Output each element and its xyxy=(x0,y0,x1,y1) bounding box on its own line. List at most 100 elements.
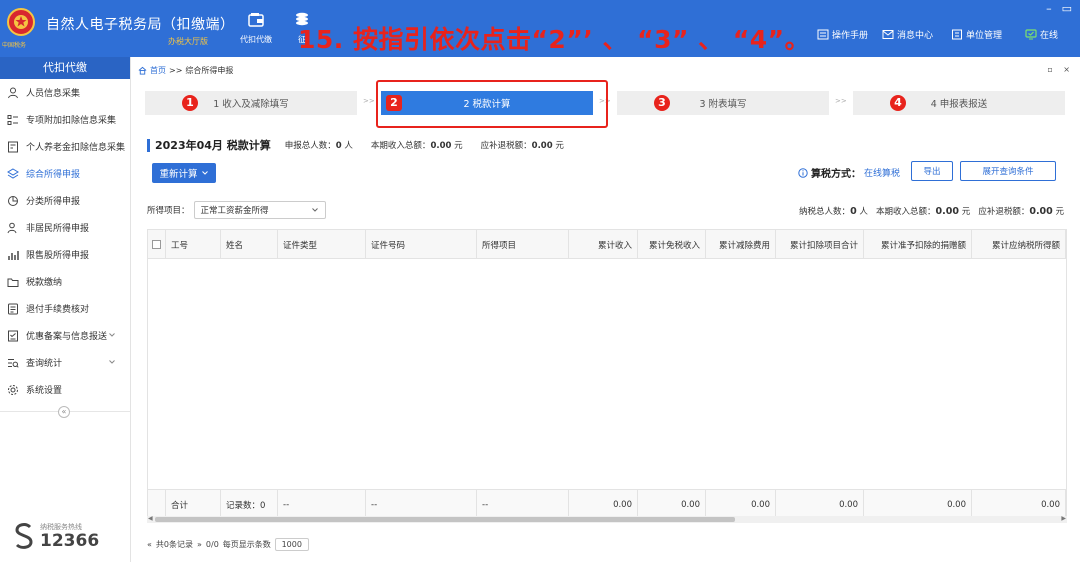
sidebar-item-classified-income[interactable]: 分类所得申报 xyxy=(0,187,130,214)
maximize-button[interactable]: ▭ xyxy=(1062,2,1072,15)
sidebar-item-special-deduction[interactable]: 专项附加扣除信息采集 xyxy=(0,106,130,133)
step-arrow: >> xyxy=(835,97,847,105)
expand-query-button[interactable]: 展开查询条件 xyxy=(960,161,1056,181)
refund-stat: 应补退税额：0.00 元 xyxy=(481,139,564,151)
footer-cell: 0.00 xyxy=(706,490,776,519)
step-label: 3 附表填写 xyxy=(699,99,747,110)
select-all-cell xyxy=(148,230,166,259)
prev-page-icon[interactable]: « xyxy=(147,540,152,549)
sidebar-item-refund-fee-check[interactable]: 退付手续费核对 xyxy=(0,295,130,322)
sidebar-item-label: 查询统计 xyxy=(26,359,63,369)
column-header[interactable]: 证件号码 xyxy=(366,230,477,259)
export-button[interactable]: 导出 xyxy=(911,161,953,181)
per-page-label: 每页显示条数 xyxy=(222,540,271,549)
table-header: 工号 姓名 证件类型 证件号码 所得项目 累计收入 累计免税收入 累计减除费用 … xyxy=(148,230,1066,259)
calc-mode: 算税方式： 在线算税 xyxy=(798,165,900,180)
scroll-right-arrow-icon[interactable]: ▶ xyxy=(1061,515,1066,522)
breadcrumb-home-link[interactable]: 首页 xyxy=(150,65,166,76)
stat-unit: 元 xyxy=(1055,207,1064,217)
step-arrow: >> xyxy=(363,97,375,105)
wallet-icon xyxy=(247,12,265,28)
tool-unit-management[interactable]: 单位管理 xyxy=(951,28,1002,41)
sidebar-item-pension-deduction[interactable]: 个人养老金扣除信息采集 xyxy=(0,133,130,160)
column-header[interactable]: 累计准予扣除的捐赠额 xyxy=(864,230,972,259)
sidebar-item-label: 税款缴纳 xyxy=(26,278,63,288)
building-icon xyxy=(952,29,962,40)
list-icon xyxy=(7,114,18,125)
income-item-filter: 所得项目： 正常工资薪金所得 xyxy=(147,201,326,219)
sidebar-item-preferential-filing[interactable]: 优惠备案与信息报送 xyxy=(0,322,130,349)
column-header[interactable]: 累计应纳税所得额 xyxy=(972,230,1066,259)
sidebar-item-restricted-stock[interactable]: 限售股所得申报 xyxy=(0,241,130,268)
column-header[interactable]: 证件类型 xyxy=(278,230,366,259)
breadcrumb: 首页 >> 综合所得申报 xyxy=(138,65,233,76)
sidebar-header: 代扣代缴 xyxy=(0,57,130,79)
sidebar-item-tax-payment[interactable]: 税款缴纳 xyxy=(0,268,130,295)
sidebar-item-label: 人员信息采集 xyxy=(26,89,81,99)
step-4-submit[interactable]: 4 4 申报表报送 xyxy=(853,91,1065,115)
chevron-down-icon xyxy=(109,360,115,364)
sidebar-item-nonresident-income[interactable]: 非居民所得申报 xyxy=(0,214,130,241)
tool-manual-label: 操作手册 xyxy=(832,31,869,41)
tool-manual[interactable]: 操作手册 xyxy=(817,28,868,41)
declare-count-stat: 申报总人数：0 人 xyxy=(285,139,353,151)
calc-mode-label: 算税方式： xyxy=(811,169,861,180)
totals-summary: 纳税总人数：0 人 本期收入总额：0.00 元 应补退税额：0.00 元 xyxy=(799,205,1064,217)
tool-online[interactable]: 在线 xyxy=(1025,28,1058,41)
income-item-select[interactable]: 正常工资薪金所得 xyxy=(193,201,326,219)
per-page-input[interactable]: 1000 xyxy=(274,538,309,551)
next-page-icon[interactable]: » xyxy=(197,540,202,549)
window-controls: – ▭ xyxy=(1046,2,1072,15)
instruction-overlay: 15. 按指引依次点击“2”’ 、 “3” 、 “4”。 xyxy=(298,25,811,54)
sidebar-item-system-settings[interactable]: 系统设置 xyxy=(0,376,130,403)
scroll-left-arrow-icon[interactable]: ◀ xyxy=(148,515,153,522)
title-accent-bar xyxy=(147,138,150,152)
sidebar-item-label: 优惠备案与信息报送 xyxy=(26,332,108,342)
table-footer-totals: 合计 记录数：0 -- -- -- 0.00 0.00 0.00 0.00 0.… xyxy=(148,489,1066,519)
step-number-badge: 3 xyxy=(654,95,670,111)
hotline-number: 12366 xyxy=(40,531,100,551)
footer-cell: -- xyxy=(366,490,477,519)
sidebar-item-query-stats[interactable]: 查询统计 xyxy=(0,349,130,376)
footer-cell: 0.00 xyxy=(638,490,706,519)
recalculate-button[interactable]: 重新计算 xyxy=(152,163,216,183)
stat-unit: 元 xyxy=(454,141,463,151)
column-header[interactable]: 姓名 xyxy=(221,230,278,259)
page-indicator: 0/0 xyxy=(205,540,219,549)
calc-mode-value[interactable]: 在线算税 xyxy=(864,166,900,179)
column-header[interactable]: 累计减除费用 xyxy=(706,230,776,259)
horizontal-scrollbar[interactable]: ◀ ▶ xyxy=(147,515,1067,523)
tool-messages-label: 消息中心 xyxy=(897,31,934,41)
stat-unit: 人 xyxy=(859,207,868,217)
column-header[interactable]: 所得项目 xyxy=(477,230,569,259)
sidebar-item-comprehensive-income[interactable]: 综合所得申报 xyxy=(0,160,130,187)
select-all-checkbox[interactable] xyxy=(152,240,161,249)
checklist-icon xyxy=(8,330,18,341)
stat-unit: 人 xyxy=(344,141,353,151)
tool-messages[interactable]: 消息中心 xyxy=(882,28,933,41)
column-header[interactable]: 累计收入 xyxy=(569,230,638,259)
footer-cell: 合计 xyxy=(166,490,221,519)
person-icon xyxy=(8,87,18,98)
app-header: 中国税务 自然人电子税务局（扣缴端） 办税大厅版 代扣代缴 征 15. 按指引依… xyxy=(0,0,1080,57)
stat-label: 应补退税额： xyxy=(480,141,532,151)
column-header[interactable]: 累计免税收入 xyxy=(638,230,706,259)
column-header[interactable]: 累计扣除项目合计 xyxy=(776,230,864,259)
collapse-sidebar-button[interactable]: « xyxy=(58,406,70,418)
hotline-s-logo-icon xyxy=(15,523,33,549)
sidebar-item-personnel[interactable]: 人员信息采集 xyxy=(0,79,130,106)
nav-withholding[interactable]: 代扣代缴 xyxy=(236,12,276,45)
scrollbar-thumb[interactable] xyxy=(155,517,735,522)
minimize-button[interactable]: – xyxy=(1046,2,1052,15)
stat-label: 申报总人数： xyxy=(284,141,336,151)
step-3-attachment[interactable]: 3 3 附表填写 xyxy=(617,91,829,115)
stat-unit: 元 xyxy=(555,141,564,151)
stat-unit: 元 xyxy=(961,207,971,217)
chevron-down-icon xyxy=(109,333,115,337)
user-outline-icon xyxy=(7,222,17,233)
tab-controls[interactable]: ▫ × xyxy=(1047,65,1074,74)
app-subtitle: 办税大厅版 xyxy=(168,37,208,46)
step-1-income-deduction[interactable]: 1 1 收入及减除填写 xyxy=(145,91,357,115)
footer-cell: 0.00 xyxy=(972,490,1066,519)
column-header[interactable]: 工号 xyxy=(166,230,221,259)
